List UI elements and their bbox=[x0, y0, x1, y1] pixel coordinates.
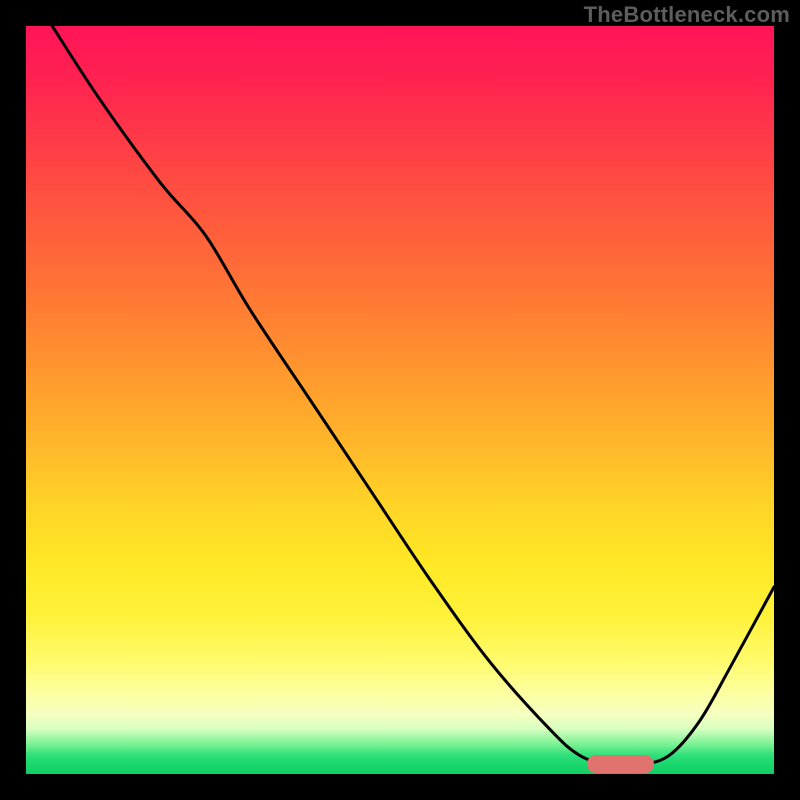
optimum-marker bbox=[587, 755, 654, 773]
bottleneck-curve bbox=[26, 26, 774, 774]
plot-area bbox=[26, 26, 774, 774]
watermark-text: TheBottleneck.com bbox=[584, 2, 790, 28]
chart-frame: TheBottleneck.com bbox=[0, 0, 800, 800]
